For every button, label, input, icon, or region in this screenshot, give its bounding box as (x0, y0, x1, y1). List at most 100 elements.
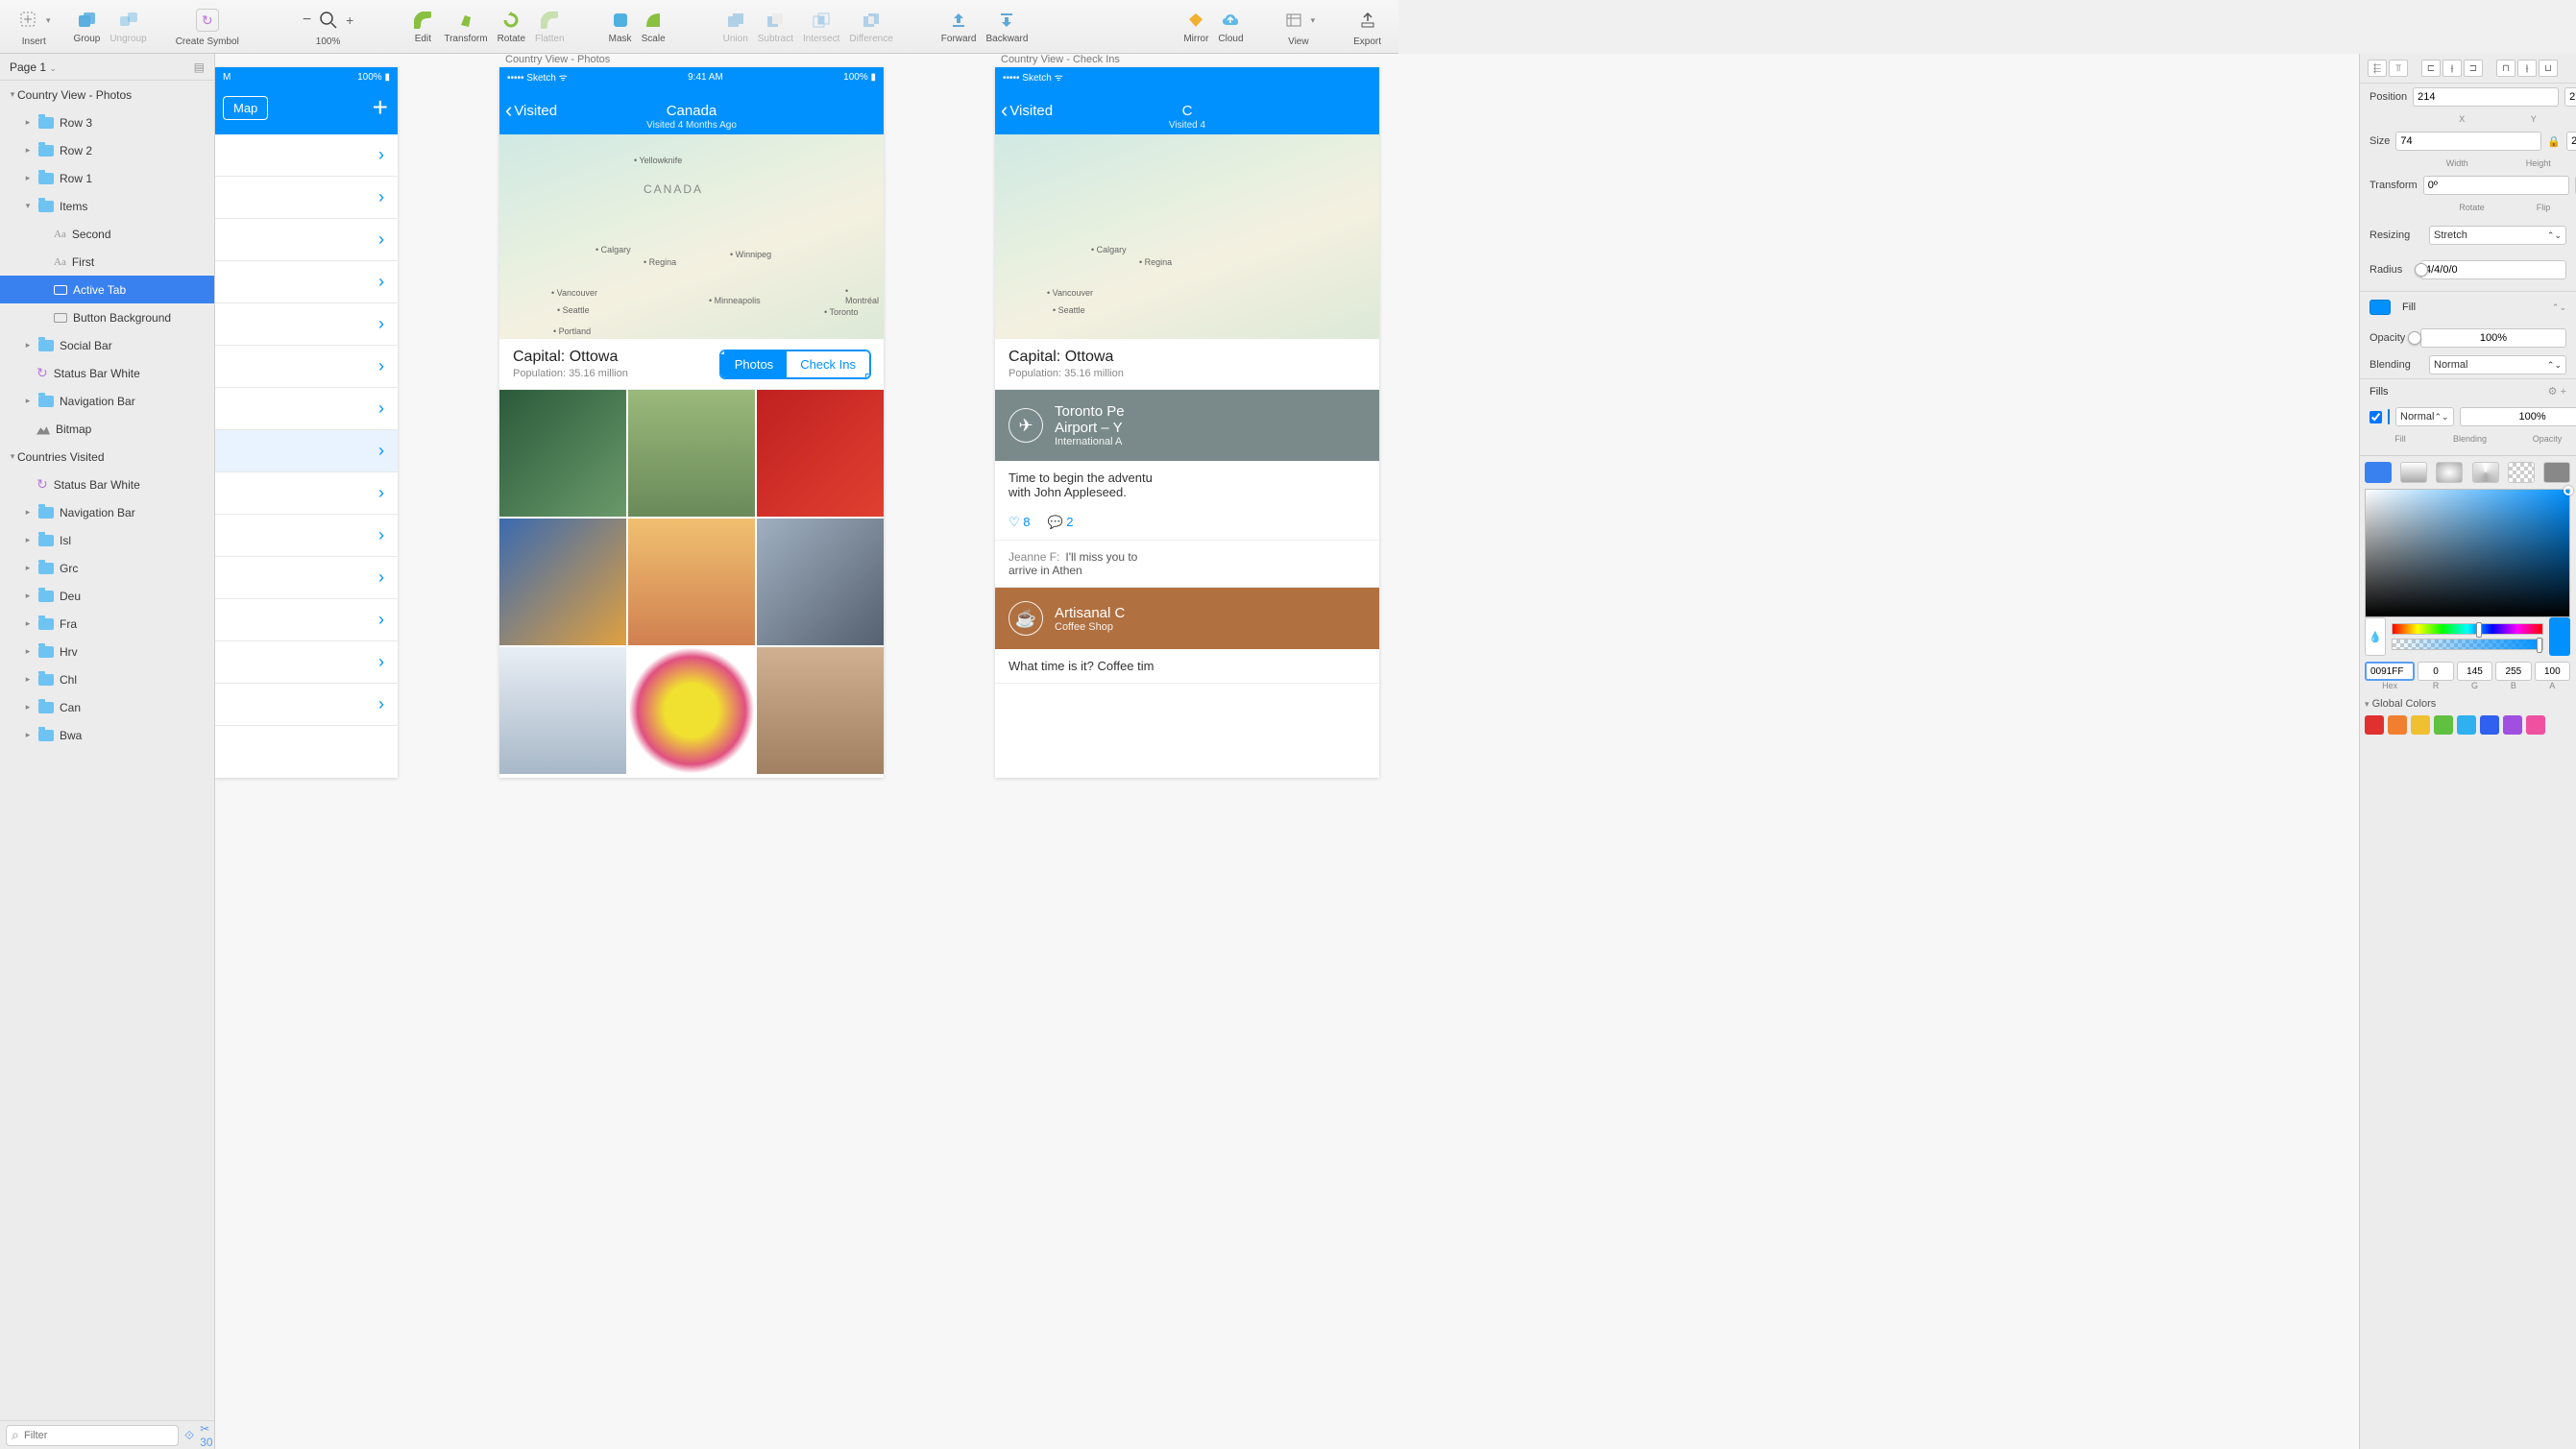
layer-item[interactable]: AaFirst (0, 248, 214, 276)
layer-item[interactable]: ▸Hrv (0, 638, 214, 665)
color-swatch[interactable] (2526, 715, 2545, 735)
list-item[interactable]: › (215, 684, 398, 726)
r-input[interactable] (2418, 662, 2453, 681)
like-button[interactable]: ♡ 8 (1009, 515, 1031, 530)
edit-tool[interactable]: Edit (411, 9, 434, 44)
photo-thumbnail[interactable] (499, 390, 626, 517)
layer-section[interactable]: ▾ Country View - Photos (0, 81, 214, 109)
layer-item[interactable]: Bitmap (0, 415, 214, 443)
list-item[interactable]: › (215, 303, 398, 346)
hue-slider[interactable] (2392, 623, 2543, 635)
fill-blend-select[interactable]: Normal⌃⌄ (2395, 407, 2454, 426)
list-item[interactable]: › (215, 219, 398, 261)
photo-thumbnail[interactable] (499, 647, 626, 774)
eyedropper-button[interactable]: 💧 (2365, 617, 2386, 656)
layer-item[interactable]: ▸Social Bar (0, 331, 214, 359)
photo-thumbnail[interactable] (757, 390, 884, 517)
ungroup-tool[interactable]: Ungroup (109, 9, 146, 44)
hex-input[interactable] (2365, 662, 2415, 681)
photo-thumbnail[interactable] (628, 647, 755, 774)
photo-thumbnail[interactable] (628, 519, 755, 645)
list-item[interactable]: › (215, 599, 398, 641)
layer-item[interactable]: ▸Grc (0, 554, 214, 582)
artboard-label[interactable]: Country View - Check Ins (1001, 54, 1120, 65)
fill-type-noise[interactable] (2543, 462, 2570, 483)
align-hcenter-icon[interactable]: ⫲ (2442, 60, 2462, 77)
position-x-input[interactable] (2413, 87, 2559, 107)
photo-thumbnail[interactable] (757, 519, 884, 645)
scale-tool[interactable]: Scale (642, 9, 666, 44)
layer-item[interactable]: ▸Row 1 (0, 164, 214, 192)
g-input[interactable] (2457, 662, 2492, 681)
list-item[interactable]: › (215, 261, 398, 303)
map-button[interactable]: Map (223, 96, 268, 120)
slice-filter-icon[interactable]: ✂ 30 (200, 1422, 212, 1449)
align-center-icon[interactable]: ⫪ (2389, 60, 2408, 77)
map-view[interactable]: CANADA • Yellowknife • Calgary • Regina … (499, 134, 884, 339)
cloud-tool[interactable]: Cloud (1218, 9, 1243, 44)
align-left-icon[interactable]: ⬱ (2368, 60, 2387, 77)
layer-item[interactable]: ↻Status Bar White (0, 359, 214, 387)
page-selector[interactable]: Page 1 ⌄ ▤ (0, 54, 214, 81)
layer-item[interactable]: ▸Deu (0, 582, 214, 610)
segmented-control[interactable]: Photos Check Ins (720, 350, 870, 378)
layer-item[interactable]: ▸Isl (0, 526, 214, 554)
layer-item[interactable]: ▸Bwa (0, 721, 214, 749)
list-item[interactable]: › (215, 641, 398, 684)
fill-enabled-checkbox[interactable] (2369, 411, 2382, 423)
align-vcenter-icon[interactable]: ⫲ (2517, 60, 2537, 77)
layer-item[interactable]: ▸Can (0, 693, 214, 721)
layer-item[interactable]: ▸Chl (0, 665, 214, 693)
layer-item[interactable]: ▸Navigation Bar (0, 498, 214, 526)
add-button[interactable]: + (373, 92, 388, 123)
insert-tool[interactable]: ▾ Insert (10, 6, 59, 47)
color-swatch[interactable] (2503, 715, 2522, 735)
artboard-label[interactable]: Country View - Photos (505, 54, 610, 65)
alpha-slider[interactable] (2392, 639, 2543, 650)
fill-opacity-input[interactable] (2460, 407, 2576, 426)
b-input[interactable] (2495, 662, 2531, 681)
list-item[interactable]: › (215, 346, 398, 388)
lock-icon[interactable]: 🔒 (2547, 135, 2561, 148)
align-left-icon[interactable]: ⊏ (2421, 60, 2441, 77)
fill-type-solid[interactable] (2365, 462, 2392, 483)
list-item[interactable]: › (215, 557, 398, 599)
checkin-item[interactable]: ☕Artisanal CCoffee ShopWhat time is it? … (995, 588, 1379, 684)
saturation-picker[interactable] (2365, 489, 2570, 617)
forward-tool[interactable]: Forward (941, 9, 977, 44)
align-right-icon[interactable]: ⊐ (2464, 60, 2483, 77)
layer-section[interactable]: ▾ Countries Visited (0, 443, 214, 471)
color-swatch[interactable] (2480, 715, 2499, 735)
filter-input[interactable] (6, 1425, 179, 1446)
list-item[interactable]: › (215, 515, 398, 557)
group-tool[interactable]: Group (74, 9, 101, 44)
a-input[interactable] (2535, 662, 2570, 681)
color-swatch[interactable] (2411, 715, 2430, 735)
artboard-countries-visited[interactable]: M100% ▮ Map + ›››››››››››››› (215, 67, 398, 778)
seg-photos[interactable]: Photos (721, 351, 787, 377)
resizing-select[interactable]: Stretch⌃⌄ (2429, 226, 2566, 245)
list-item[interactable]: › (215, 177, 398, 219)
map-view[interactable]: • Calgary • Regina • Vancouver • Seattle (995, 134, 1379, 339)
color-swatch[interactable] (2365, 715, 2384, 735)
checkin-item[interactable]: ✈Toronto PeAirport – YInternational ATim… (995, 390, 1379, 588)
photo-thumbnail[interactable] (499, 519, 626, 645)
blending-select[interactable]: Normal⌃⌄ (2429, 355, 2566, 374)
rotate-input[interactable] (2423, 176, 2569, 195)
subtract-tool[interactable]: Subtract (758, 9, 793, 44)
radius-input[interactable] (2420, 260, 2566, 279)
layer-item[interactable]: Button Background (0, 303, 214, 331)
align-bottom-icon[interactable]: ⊔ (2539, 60, 2558, 77)
layer-item[interactable]: Active Tab (0, 276, 214, 303)
view-tool[interactable]: ▾ View (1275, 6, 1324, 47)
backward-tool[interactable]: Backward (985, 9, 1028, 44)
transform-tool[interactable]: Transform (444, 9, 487, 44)
list-item[interactable]: › (215, 134, 398, 177)
fill-type-linear[interactable] (2400, 462, 2427, 483)
add-fill-icon[interactable]: + (2561, 386, 2566, 398)
width-input[interactable] (2395, 132, 2541, 151)
artboard-checkins[interactable]: ••••• Sketch ᯤ ‹Visited C Visited 4 • Ca… (995, 67, 1379, 778)
union-tool[interactable]: Union (723, 9, 748, 44)
artboard-photos[interactable]: ••••• Sketch ᯤ 9:41 AM 100% ▮ ‹Visited C… (499, 67, 884, 778)
photo-thumbnail[interactable] (757, 647, 884, 774)
